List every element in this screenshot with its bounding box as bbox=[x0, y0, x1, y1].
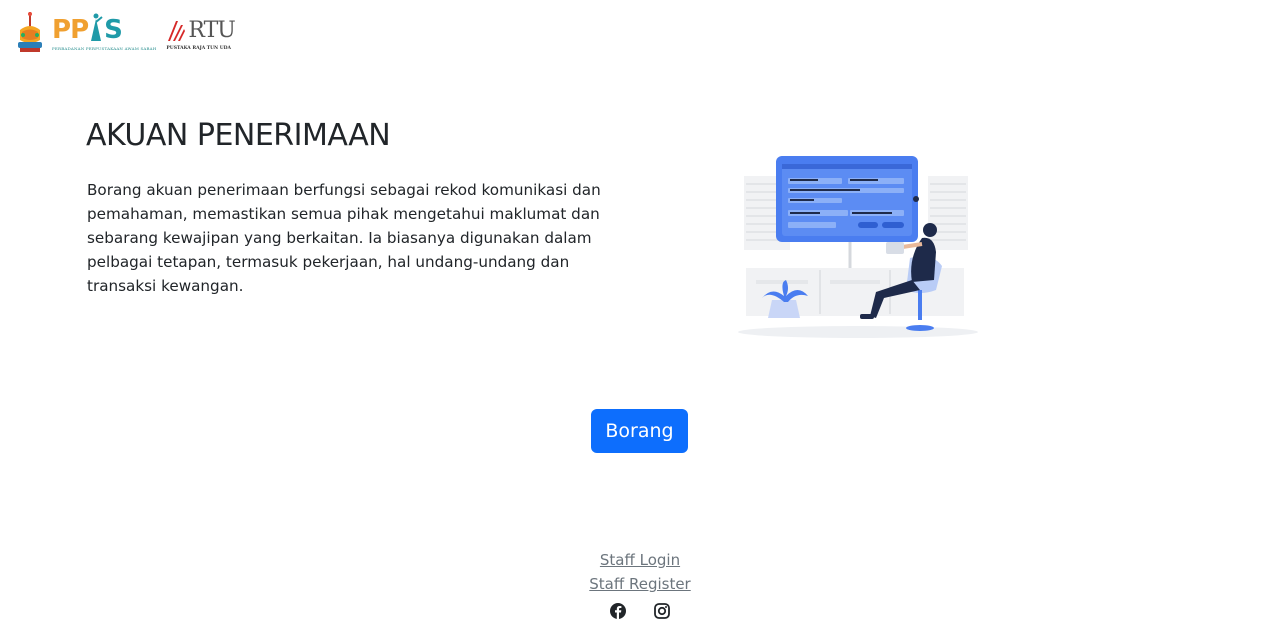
staff-login-link[interactable]: Staff Login bbox=[0, 548, 1280, 572]
ppas-logo-wordmark: PP S bbox=[52, 13, 123, 45]
sabah-emblem-logo bbox=[18, 12, 42, 52]
page-title: AKUAN PENERIMAAN bbox=[86, 118, 391, 153]
borang-button[interactable]: Borang bbox=[591, 409, 688, 453]
ppas-logo-subtitle: PERBADANAN PERPUSTAKAAN AWAM SABAH bbox=[52, 46, 157, 51]
logo-bar: PP S PERBADANAN PERPUSTAKAAN AWAM SABAH … bbox=[14, 8, 236, 56]
rtu-logo-wordmark: RTU bbox=[188, 18, 235, 43]
ppas-logo: PP S PERBADANAN PERPUSTAKAAN AWAM SABAH bbox=[52, 13, 156, 51]
social-links bbox=[0, 602, 1280, 620]
footer: Staff Login Staff Register bbox=[0, 548, 1280, 620]
rtu-logo: RTU PUSTAKA RAJA TUN UDA bbox=[166, 13, 235, 52]
page: PP S PERBADANAN PERPUSTAKAAN AWAM SABAH … bbox=[0, 0, 1280, 640]
rtu-mark-icon bbox=[168, 21, 186, 41]
staff-register-link[interactable]: Staff Register bbox=[0, 572, 1280, 596]
facebook-icon[interactable] bbox=[609, 602, 627, 620]
form-illustration bbox=[738, 156, 978, 338]
ppas-figure-icon bbox=[91, 13, 103, 41]
page-description: Borang akuan penerimaan berfungsi sebaga… bbox=[87, 181, 601, 295]
instagram-icon[interactable] bbox=[653, 602, 671, 620]
rtu-logo-subtitle: PUSTAKA RAJA TUN UDA bbox=[166, 46, 232, 51]
